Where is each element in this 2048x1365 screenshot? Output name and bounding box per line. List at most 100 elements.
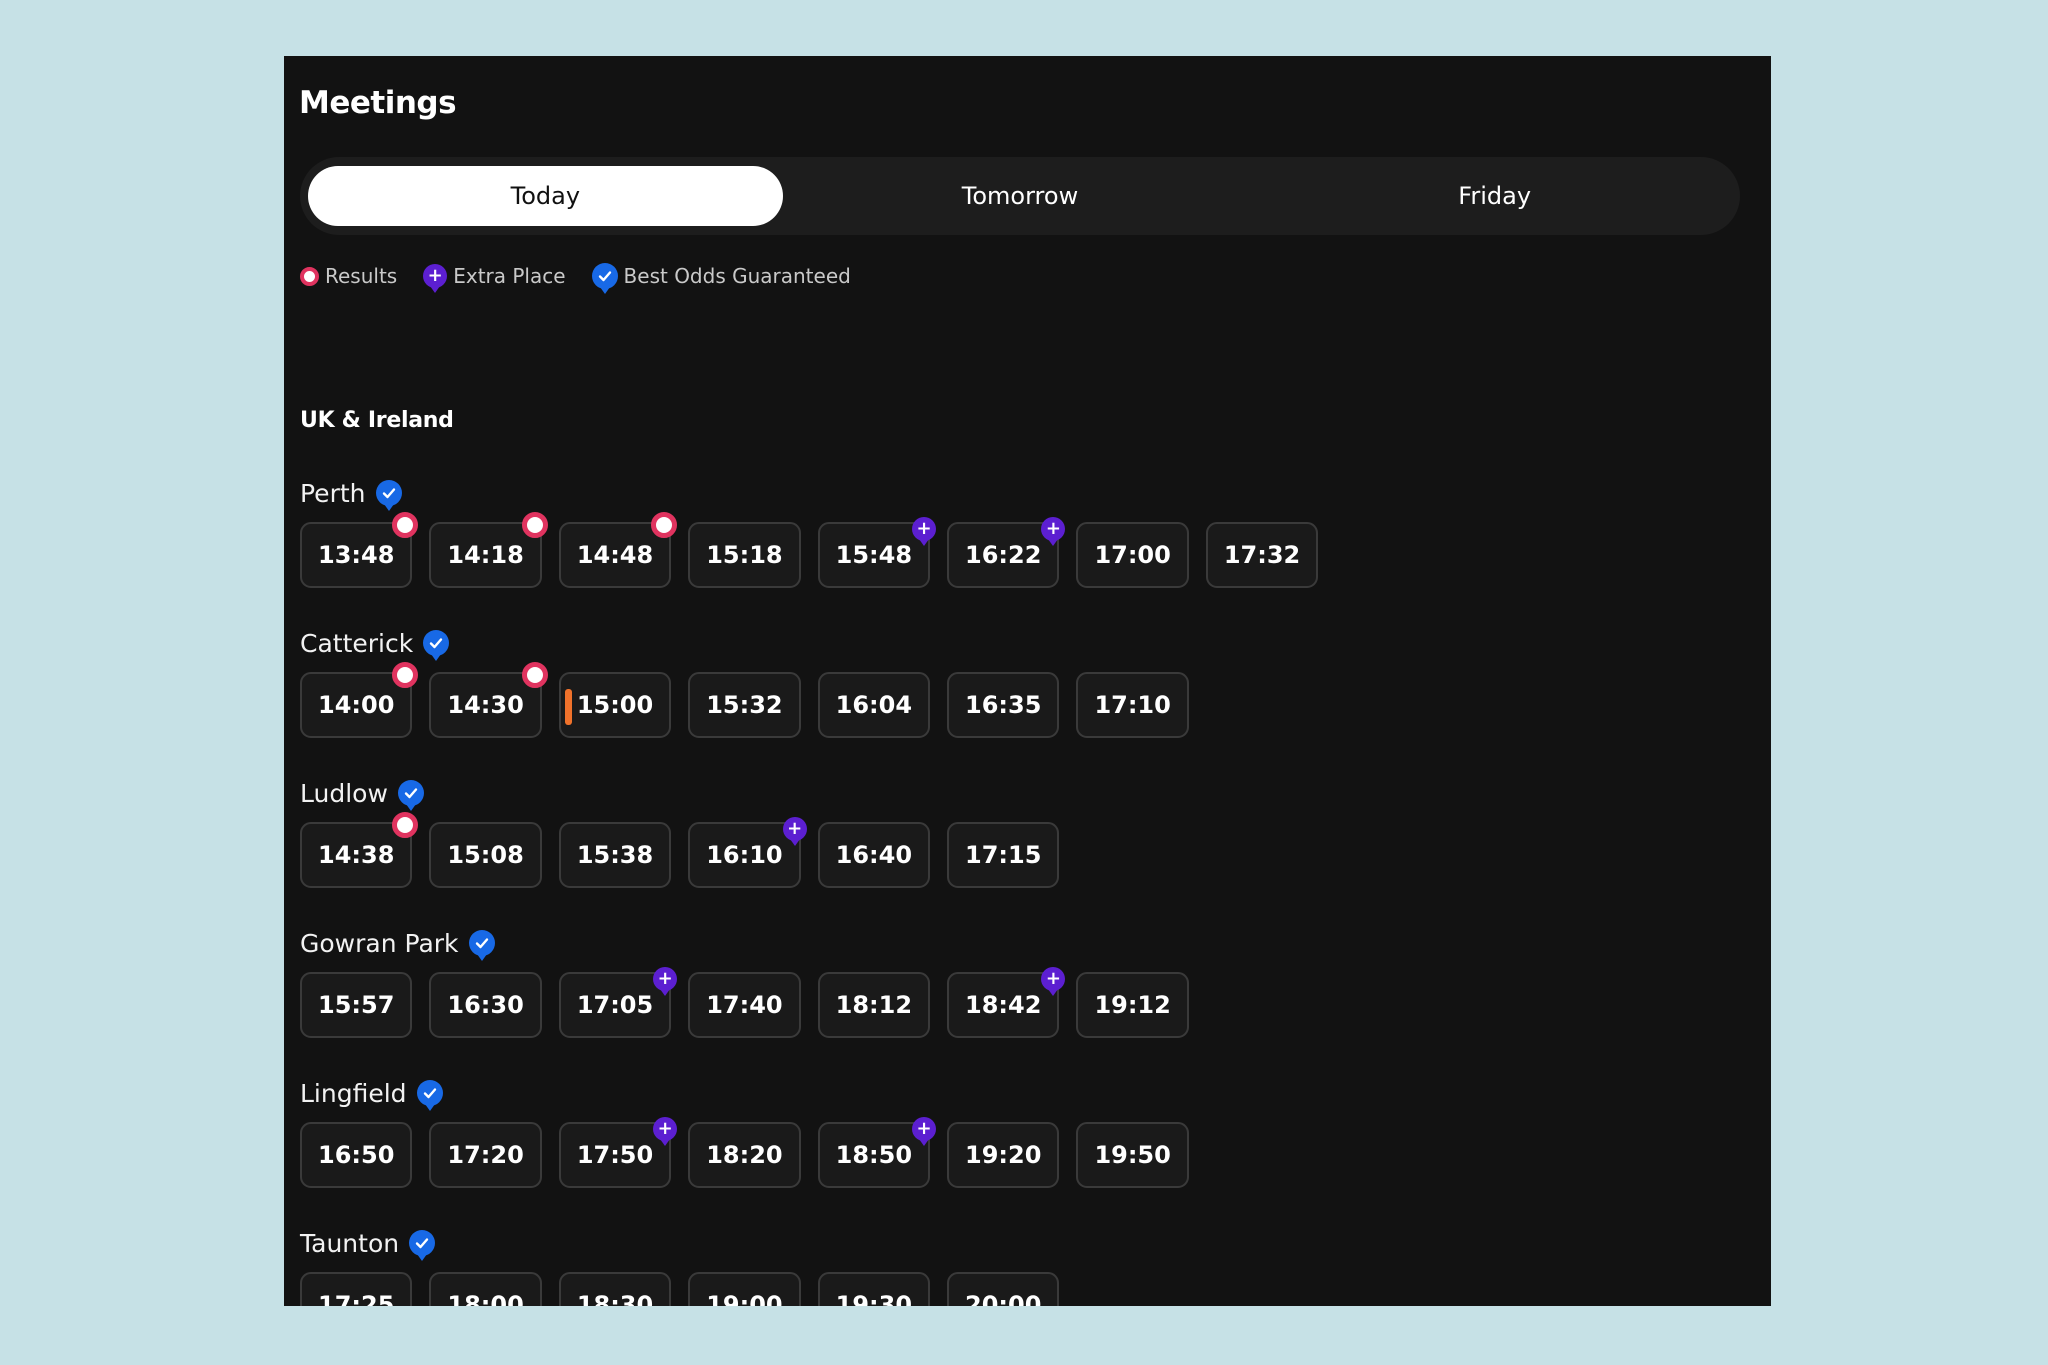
race-time-button[interactable]: 19:30 xyxy=(817,1272,931,1306)
race-times: 16:50 17:20 17:50 +18:20 18:50 +19:20 19:50 xyxy=(300,1117,1189,1188)
race-time-button[interactable]: 19:00 xyxy=(688,1272,801,1306)
page-title: Meetings xyxy=(299,85,457,121)
race-time-button[interactable]: 17:05 + xyxy=(558,967,678,1038)
race-time-label: 14:30 xyxy=(447,691,524,719)
race-time-button[interactable]: 15:08 xyxy=(429,822,542,888)
race-time-button[interactable]: 17:10 xyxy=(1076,672,1189,738)
race-times: 17:25 18:00 18:30 19:00 19:30 20:00 xyxy=(300,1272,1060,1306)
race-time-button[interactable]: 16:22 + xyxy=(947,517,1066,588)
meeting-header: Taunton xyxy=(300,1226,1059,1260)
extra-place-badge: + xyxy=(912,1112,937,1141)
meeting-name[interactable]: Ludlow xyxy=(300,779,388,808)
race-time-button[interactable]: 15:57 xyxy=(300,972,413,1038)
race-time-button[interactable]: 18:00 xyxy=(429,1272,542,1306)
results-ring-icon xyxy=(392,512,419,538)
race-time-button[interactable]: 14:48 xyxy=(558,512,678,588)
race-time-button[interactable]: 14:30 xyxy=(429,662,548,738)
race-time-button[interactable]: 15:00 xyxy=(558,672,672,738)
race-time-button[interactable]: 16:10 + xyxy=(688,817,807,888)
day-tabs: Today Tomorrow Friday xyxy=(300,157,1740,235)
results-ring-icon xyxy=(300,266,319,286)
race-time-button[interactable]: 14:38 xyxy=(300,812,419,888)
race-time-button[interactable]: 13:48 xyxy=(300,512,419,588)
race-time-label: 15:18 xyxy=(706,541,783,569)
race-time-label: 17:05 xyxy=(576,991,654,1019)
race-time-button[interactable]: 15:18 xyxy=(688,522,801,588)
race-time-label: 15:48 xyxy=(835,541,913,569)
race-time-label: 19:00 xyxy=(706,1291,783,1306)
meeting-header: Catterick xyxy=(300,626,1189,660)
race-time-button[interactable]: 17:32 xyxy=(1205,522,1319,588)
best-odds-guaranteed-icon xyxy=(397,780,424,806)
race-time-label: 16:04 xyxy=(835,691,913,719)
race-time-button[interactable]: 14:00 xyxy=(300,662,419,738)
race-time-button[interactable]: 19:12 xyxy=(1076,972,1189,1038)
meeting-header: Gowran Park xyxy=(300,926,1189,960)
race-time-button[interactable]: 17:20 xyxy=(429,1122,542,1188)
extra-place-badge: + xyxy=(653,962,678,991)
race-time-button[interactable]: 17:40 xyxy=(688,972,801,1038)
tab-tomorrow[interactable]: Tomorrow xyxy=(783,166,1258,226)
race-time-label: 17:00 xyxy=(1094,541,1171,569)
meeting-header: Ludlow xyxy=(300,776,1059,810)
race-time-label: 15:08 xyxy=(447,841,524,869)
best-odds-guaranteed-icon xyxy=(468,930,495,956)
race-time-label: 19:12 xyxy=(1094,991,1171,1019)
race-time-label: 15:00 xyxy=(576,691,654,719)
meeting-gowran-park: Gowran Park 15:57 16:30 17:05 +17:40 18:12 18:… xyxy=(300,926,1189,1038)
race-time-button[interactable]: 20:00 xyxy=(947,1272,1060,1306)
race-time-button[interactable]: 16:30 xyxy=(429,972,542,1038)
results-ring-icon xyxy=(392,662,419,688)
results-ring-icon xyxy=(521,512,548,538)
meeting-name[interactable]: Perth xyxy=(300,479,366,508)
race-time-button[interactable]: 17:25 xyxy=(300,1272,413,1306)
race-time-button[interactable]: 18:50 + xyxy=(817,1117,937,1188)
race-time-button[interactable]: 17:50 + xyxy=(558,1117,678,1188)
extra-place-badge: + xyxy=(1041,512,1066,541)
tab-today[interactable]: Today xyxy=(308,166,783,226)
race-time-label: 17:32 xyxy=(1223,541,1301,569)
meeting-name[interactable]: Taunton xyxy=(300,1229,399,1258)
race-time-button[interactable]: 14:18 xyxy=(429,512,548,588)
race-time-label: 14:18 xyxy=(447,541,524,569)
race-time-label: 18:12 xyxy=(835,991,913,1019)
tab-friday[interactable]: Friday xyxy=(1257,166,1732,226)
race-time-button[interactable]: 17:15 xyxy=(947,822,1060,888)
result-badge xyxy=(521,512,548,544)
race-time-button[interactable]: 19:50 xyxy=(1076,1122,1189,1188)
race-time-label: 16:10 xyxy=(706,841,783,869)
race-time-button[interactable]: 15:32 xyxy=(688,672,801,738)
meeting-name[interactable]: Lingfield xyxy=(300,1079,407,1108)
legend-best-odds: Best Odds Guaranteed xyxy=(591,263,851,289)
race-time-label: 14:00 xyxy=(318,691,395,719)
race-time-button[interactable]: 15:38 xyxy=(558,822,672,888)
race-time-button[interactable]: 15:48 + xyxy=(817,517,937,588)
race-time-button[interactable]: 18:12 xyxy=(817,972,931,1038)
race-time-label: 17:20 xyxy=(447,1141,524,1169)
race-time-button[interactable]: 16:40 xyxy=(817,822,931,888)
race-time-button[interactable]: 18:30 xyxy=(558,1272,672,1306)
extra-place-icon: + xyxy=(653,1117,678,1141)
meeting-name[interactable]: Catterick xyxy=(300,629,413,658)
meeting-name[interactable]: Gowran Park xyxy=(300,929,459,958)
race-time-label: 15:57 xyxy=(318,991,395,1019)
race-time-button[interactable]: 16:04 xyxy=(817,672,931,738)
race-time-button[interactable]: 16:50 xyxy=(300,1122,413,1188)
meetings-panel: Meetings Today Tomorrow Friday Results +… xyxy=(284,56,1771,1306)
result-badge xyxy=(392,812,419,844)
race-time-label: 18:50 xyxy=(835,1141,913,1169)
race-time-label: 19:20 xyxy=(965,1141,1042,1169)
meeting-ludlow: Ludlow 14:38 15:08 15:38 16:10 +16:40 17:15 xyxy=(300,776,1060,888)
result-badge xyxy=(392,512,419,544)
legend-extra-place: + Extra Place xyxy=(423,264,566,288)
results-ring-icon xyxy=(651,512,678,538)
race-time-button[interactable]: 19:20 xyxy=(947,1122,1060,1188)
race-time-button[interactable]: 17:00 xyxy=(1076,522,1189,588)
race-time-button[interactable]: 18:42 + xyxy=(947,967,1066,1038)
race-time-button[interactable]: 16:35 xyxy=(947,672,1060,738)
race-times: 13:48 14:18 14:48 15:18 15:48 +16:22 +17:00 17:… xyxy=(300,512,1319,588)
race-times: 15:57 16:30 17:05 +17:40 18:12 18:42 + 19:12 xyxy=(300,967,1189,1038)
race-time-button[interactable]: 18:20 xyxy=(688,1122,801,1188)
extra-place-badge: + xyxy=(782,812,807,841)
extra-place-icon: + xyxy=(912,1117,937,1141)
